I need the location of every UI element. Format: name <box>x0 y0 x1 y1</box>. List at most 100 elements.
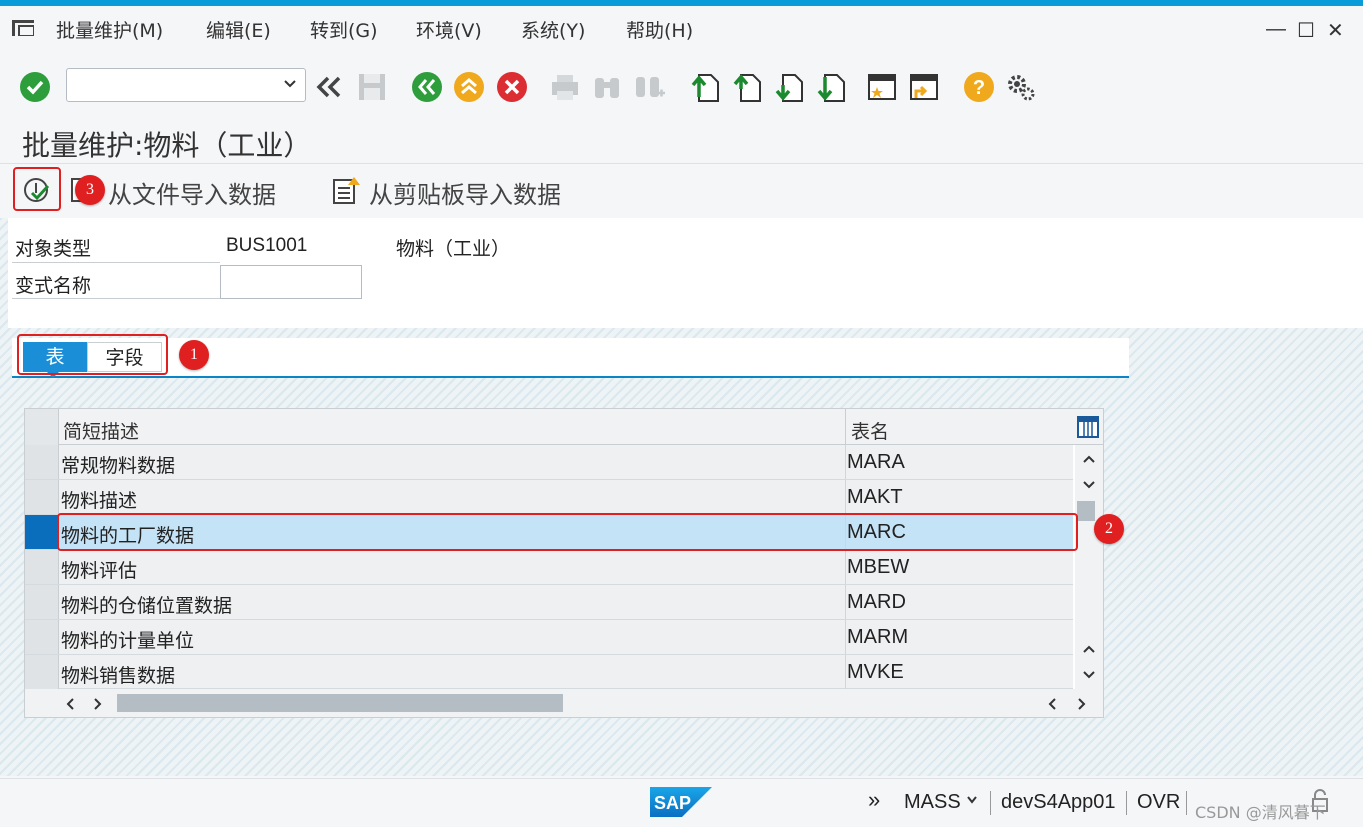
table-row[interactable]: 物料评估 MBEW <box>25 550 1073 585</box>
header-form <box>8 218 1363 328</box>
annotation-badge-2: 2 <box>1094 514 1124 544</box>
first-page-icon[interactable] <box>688 70 722 104</box>
divider <box>1186 791 1187 815</box>
cancel-icon[interactable] <box>495 70 529 104</box>
scroll-down-icon[interactable] <box>1081 479 1097 491</box>
print-icon[interactable] <box>548 70 582 104</box>
divider <box>845 409 846 445</box>
object-type-value: BUS1001 <box>226 235 308 256</box>
scroll-thumb[interactable] <box>1077 501 1095 521</box>
maximize-icon[interactable]: ☐ <box>1297 18 1315 43</box>
row-selector[interactable] <box>25 445 59 479</box>
svg-text:?: ? <box>973 77 985 99</box>
row-selector[interactable] <box>25 655 59 689</box>
scroll-up-icon[interactable] <box>1081 643 1097 655</box>
row-table-name: MAKT <box>847 486 903 508</box>
import-from-file-button[interactable]: 从文件导入数据 <box>108 175 276 210</box>
help-icon[interactable]: ? <box>962 70 996 104</box>
row-selector[interactable] <box>25 550 59 584</box>
row-description: 物料描述 <box>61 490 138 512</box>
row-selector[interactable] <box>25 515 59 549</box>
row-description: 物料评估 <box>61 560 138 582</box>
status-transaction: MASS <box>904 791 961 813</box>
app-menu-icon[interactable] <box>12 20 34 36</box>
table-row[interactable]: 物料描述 MAKT <box>25 480 1073 515</box>
application-toolbar: 3 从文件导入数据 从剪贴板导入数据 <box>0 164 1363 218</box>
shortcut-icon[interactable] <box>907 70 941 104</box>
object-type-label: 对象类型 <box>15 238 92 260</box>
corner-cell <box>25 689 59 717</box>
title-area: 批量维护:物料（工业） <box>0 116 1363 164</box>
back-icon[interactable] <box>410 70 444 104</box>
horizontal-scrollbar[interactable] <box>59 689 1103 717</box>
scroll-right-icon[interactable] <box>1075 697 1087 711</box>
object-type-description: 物料（工业） <box>396 238 511 260</box>
variant-name-label: 变式名称 <box>15 275 92 297</box>
clipboard-import-icon[interactable] <box>332 175 362 205</box>
scroll-left-icon[interactable] <box>65 697 77 711</box>
table-row[interactable]: 常规物料数据 MARA <box>25 445 1073 480</box>
menu-item-goto[interactable]: 转到(G) <box>310 16 378 43</box>
menu-bar: 批量维护(M) 编辑(E) 转到(G) 环境(V) 系统(Y) 帮助(H) — … <box>0 6 1363 50</box>
table-row[interactable]: 物料的仓储位置数据 MARD <box>25 585 1073 620</box>
annotation-badge-3: 3 <box>75 175 105 205</box>
scroll-thumb[interactable] <box>117 694 563 712</box>
table-row[interactable]: 物料的计量单位 MARM <box>25 620 1073 655</box>
last-page-icon[interactable] <box>814 70 848 104</box>
divider <box>12 262 220 263</box>
execute-icon[interactable] <box>22 176 52 206</box>
row-selector[interactable] <box>25 620 59 654</box>
status-expand-icon[interactable]: » <box>868 787 880 813</box>
divider <box>845 585 846 619</box>
page-title: 批量维护:物料（工业） <box>22 129 312 162</box>
close-icon[interactable]: ✕ <box>1327 18 1344 43</box>
column-header-table-name[interactable]: 表名 <box>851 417 889 444</box>
row-description: 常规物料数据 <box>61 455 176 477</box>
status-bar: SAP » MASS devS4App01 OVR CSDN @清风暮下 <box>0 778 1363 827</box>
scroll-right-icon[interactable] <box>91 697 103 711</box>
import-from-clipboard-button[interactable]: 从剪贴板导入数据 <box>369 175 561 210</box>
previous-page-icon[interactable] <box>730 70 764 104</box>
annotation-badge-1: 1 <box>179 340 209 370</box>
row-table-name: MARM <box>847 626 909 648</box>
find-icon[interactable] <box>590 70 624 104</box>
scroll-down-icon[interactable] <box>1081 669 1097 681</box>
scroll-up-icon[interactable] <box>1081 453 1097 465</box>
row-selector[interactable] <box>25 480 59 514</box>
annotation-box-2 <box>57 513 1078 551</box>
divider <box>845 480 846 514</box>
scroll-left-icon[interactable] <box>1047 697 1059 711</box>
menu-item-mass-maintenance[interactable]: 批量维护(M) <box>56 16 163 43</box>
watermark: CSDN @清风暮下 <box>1195 803 1326 822</box>
divider <box>990 791 991 815</box>
chevron-down-icon[interactable] <box>283 74 297 94</box>
chevron-down-icon[interactable] <box>966 795 978 805</box>
select-all-cell[interactable] <box>25 409 59 445</box>
row-description: 物料的计量单位 <box>61 630 195 652</box>
create-session-icon[interactable] <box>865 70 899 104</box>
variant-name-input[interactable] <box>220 265 362 299</box>
menu-item-help[interactable]: 帮助(H) <box>626 16 693 43</box>
vertical-scrollbar[interactable] <box>1075 445 1103 689</box>
row-selector[interactable] <box>25 585 59 619</box>
divider <box>845 550 846 584</box>
status-server: devS4App01 <box>1001 791 1116 813</box>
row-table-name: MBEW <box>847 556 910 578</box>
settings-icon[interactable] <box>1004 70 1038 104</box>
divider <box>1126 791 1127 815</box>
column-header-description[interactable]: 简短描述 <box>63 417 139 444</box>
table-settings-icon[interactable] <box>1077 416 1099 438</box>
check-icon[interactable] <box>18 70 52 104</box>
minimize-icon[interactable]: — <box>1266 18 1286 41</box>
table-row[interactable]: 物料销售数据 MVKE <box>25 655 1073 689</box>
command-field[interactable] <box>66 68 306 102</box>
find-next-icon[interactable] <box>632 70 666 104</box>
save-icon[interactable] <box>355 70 389 104</box>
menu-item-edit[interactable]: 编辑(E) <box>206 16 271 43</box>
divider <box>845 620 846 654</box>
back-double-icon[interactable] <box>312 70 346 104</box>
menu-item-system[interactable]: 系统(Y) <box>521 16 585 43</box>
exit-icon[interactable] <box>452 70 486 104</box>
next-page-icon[interactable] <box>772 70 806 104</box>
menu-item-environment[interactable]: 环境(V) <box>416 16 482 43</box>
